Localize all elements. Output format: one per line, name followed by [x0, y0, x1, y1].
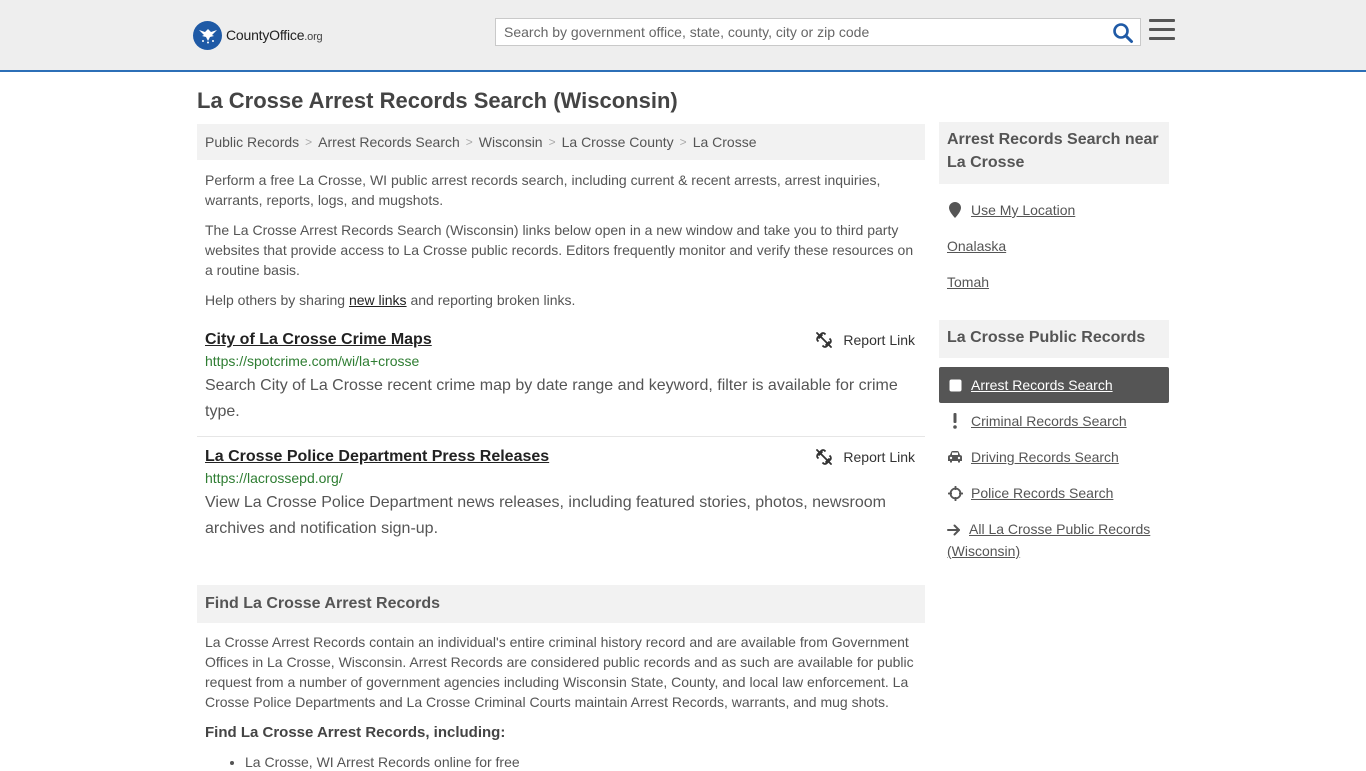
chevron-right-icon: >	[305, 135, 313, 149]
sidebar-near-heading: Arrest Records Search near La Crosse	[939, 122, 1169, 184]
listing-item: City of La Crosse Crime Maps Report Link…	[197, 331, 925, 431]
nearby-link-tomah[interactable]: Tomah	[947, 272, 989, 292]
breadcrumb-arrest-records-search[interactable]: Arrest Records Search	[318, 134, 460, 150]
car-icon	[947, 449, 963, 465]
exclamation-icon	[947, 413, 963, 429]
logo-text: CountyOffice.org	[226, 27, 323, 43]
report-link-button[interactable]: Report Link	[816, 332, 915, 348]
sidebar-item-label[interactable]: Arrest Records Search	[971, 377, 1113, 393]
sidebar-item-label[interactable]: Criminal Records Search	[971, 413, 1127, 429]
listing-item: La Crosse Police Department Press Releas…	[197, 448, 925, 548]
report-link-button[interactable]: Report Link	[816, 449, 915, 465]
listing-url: https://lacrossepd.org/	[205, 470, 343, 486]
divider	[197, 436, 925, 437]
sidebar-item-police-records[interactable]: Police Records Search	[939, 475, 1169, 511]
listing-description: View La Crosse Police Department news re…	[205, 494, 886, 537]
search-input[interactable]	[496, 19, 1106, 45]
breadcrumb-public-records[interactable]: Public Records	[205, 134, 299, 150]
find-section-body: La Crosse Arrest Records contain an indi…	[205, 634, 914, 710]
list-item: La Crosse, WI Arrest Records online for …	[245, 753, 520, 771]
crosshair-icon	[947, 485, 963, 501]
sidebar-item-label[interactable]: Driving Records Search	[971, 449, 1119, 465]
broken-link-icon	[816, 449, 833, 465]
search-box	[495, 18, 1141, 46]
intro-paragraph-2: The La Crosse Arrest Records Search (Wis…	[205, 222, 914, 278]
broken-link-icon	[816, 332, 833, 348]
nearby-link-onalaska[interactable]: Onalaska	[947, 236, 1006, 256]
square-icon	[947, 377, 963, 393]
sidebar-public-records-heading: La Crosse Public Records	[939, 320, 1169, 358]
sidebar-item-driving-records[interactable]: Driving Records Search	[939, 439, 1169, 475]
find-section-list: La Crosse, WI Arrest Records online for …	[245, 753, 520, 771]
use-my-location-link[interactable]: Use My Location	[971, 202, 1075, 218]
sidebar-item-all-records[interactable]: All La Crosse Public Records (Wisconsin)	[947, 519, 1169, 561]
arrow-right-icon	[947, 521, 963, 541]
site-header: CountyOffice.org	[0, 0, 1366, 72]
site-logo[interactable]: CountyOffice.org	[193, 20, 323, 50]
intro-paragraph-1: Perform a free La Crosse, WI public arre…	[205, 172, 881, 208]
breadcrumb: Public Records > Arrest Records Search >…	[197, 124, 925, 160]
breadcrumb-la-crosse-county[interactable]: La Crosse County	[562, 134, 674, 150]
page-title: La Crosse Arrest Records Search (Wiscons…	[197, 88, 678, 113]
breadcrumb-la-crosse[interactable]: La Crosse	[693, 134, 757, 150]
find-section-heading: Find La Crosse Arrest Records	[197, 585, 925, 623]
use-my-location-item[interactable]: Use My Location	[939, 192, 1169, 228]
listing-title-link[interactable]: La Crosse Police Department Press Releas…	[205, 448, 549, 466]
listing-title-link[interactable]: City of La Crosse Crime Maps	[205, 331, 432, 349]
listing-description: Search City of La Crosse recent crime ma…	[205, 377, 898, 420]
new-links-link[interactable]: new links	[349, 292, 407, 308]
hamburger-menu-icon[interactable]	[1149, 19, 1175, 43]
sidebar-item-criminal-records[interactable]: Criminal Records Search	[939, 403, 1169, 439]
logo-eagle-icon	[193, 20, 222, 50]
sidebar-item-arrest-records[interactable]: Arrest Records Search	[939, 367, 1169, 403]
search-icon	[1113, 23, 1133, 43]
location-pin-icon	[947, 202, 963, 218]
all-public-records-link[interactable]: All La Crosse Public Records (Wisconsin)	[947, 521, 1150, 559]
search-button[interactable]	[1112, 22, 1134, 44]
find-section-subheading: Find La Crosse Arrest Records, including…	[205, 724, 506, 741]
chevron-right-icon: >	[548, 135, 556, 149]
chevron-right-icon: >	[679, 135, 687, 149]
intro-paragraph-3: Help others by sharing new links and rep…	[205, 292, 576, 308]
chevron-right-icon: >	[465, 135, 473, 149]
breadcrumb-wisconsin[interactable]: Wisconsin	[479, 134, 543, 150]
sidebar-item-label[interactable]: Police Records Search	[971, 485, 1113, 501]
listing-url: https://spotcrime.com/wi/la+crosse	[205, 353, 420, 369]
